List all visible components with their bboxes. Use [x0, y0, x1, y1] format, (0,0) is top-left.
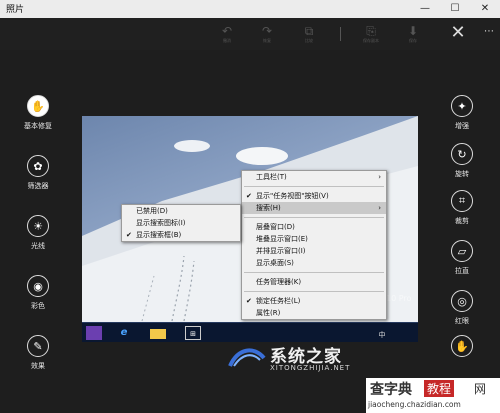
compare-icon: ⧉	[304, 24, 314, 38]
folder-icon[interactable]	[150, 329, 166, 339]
tool-crop[interactable]: ⌗ 裁剪	[432, 190, 492, 226]
save-button[interactable]: ⬇ 保存	[402, 24, 424, 46]
tool-label: 光线	[31, 242, 45, 250]
taskbar: e ⊞ 中 ◀)) ▭	[82, 322, 418, 342]
close-window-button[interactable]: ✕	[470, 0, 500, 18]
chazidian-url: jiaocheng.chazidian.com	[368, 400, 461, 409]
compare-label: 比较	[305, 38, 313, 43]
brush-icon: ✎	[27, 335, 49, 357]
toolbar-divider	[340, 27, 341, 41]
tool-label: 筛选器	[27, 182, 49, 190]
magic-wand-icon: ✦	[451, 95, 473, 117]
menu-item-stack[interactable]: 堆叠显示窗口(E)	[242, 233, 386, 245]
tool-label: 旋转	[455, 170, 469, 178]
tool-straighten[interactable]: ▱ 拉直	[432, 240, 492, 276]
palette-icon: ◉	[27, 275, 49, 297]
edit-toolbar: ↶ 撤消 ↷ 恢复 ⧉ 比较 ⎘ 保存副本 ⬇ 保存 ✕ ⋯	[0, 18, 500, 50]
system-tray: 中 ◀)) ▭	[378, 331, 386, 339]
ie-icon[interactable]: e	[116, 326, 132, 340]
menu-item-lock-taskbar[interactable]: ✔ 锁定任务栏(L)	[242, 295, 386, 307]
menu-divider	[244, 217, 384, 218]
save-copy-button[interactable]: ⎘ 保存副本	[360, 24, 382, 46]
check-icon: ✔	[246, 192, 252, 200]
filter-icon: ✿	[27, 155, 49, 177]
save-icon: ⬇	[407, 24, 419, 38]
straighten-icon: ▱	[451, 240, 473, 262]
tool-label: 裁剪	[455, 217, 469, 225]
menu-item-side-by-side[interactable]: 并排显示窗口(I)	[242, 245, 386, 257]
menu-divider	[244, 186, 384, 187]
taskbar-context-menu: 工具栏(T) › ✔ 显示"任务视图"按钮(V) 搜索(H) › 层叠窗口(D) 堆叠…	[241, 170, 387, 320]
check-icon: ✔	[126, 231, 132, 239]
tool-rotate[interactable]: ↻ 旋转	[432, 143, 492, 179]
store-icon[interactable]: ⊞	[185, 326, 201, 340]
minimize-button[interactable]: —	[410, 0, 440, 18]
tool-enhance[interactable]: ✦ 增强	[432, 95, 492, 131]
tool-label: 效果	[31, 362, 45, 370]
menu-item-show-desktop[interactable]: 显示桌面(S)	[242, 257, 386, 269]
menu-item-cascade[interactable]: 层叠窗口(D)	[242, 221, 386, 233]
close-icon: ✕	[450, 22, 466, 43]
menu-item-properties[interactable]: 属性(R)	[242, 307, 386, 319]
crop-icon: ⌗	[451, 190, 473, 212]
sun-icon: ☀	[27, 215, 49, 237]
redo-button[interactable]: ↷ 恢复	[256, 24, 278, 46]
check-icon: ✔	[246, 297, 252, 305]
tool-red-eye[interactable]: ◎ 红眼	[432, 290, 492, 326]
tool-effects[interactable]: ✎ 效果	[8, 335, 68, 371]
menu-item-show-search-box[interactable]: ✔ 显示搜索框(B)	[122, 229, 240, 241]
chevron-right-icon: ›	[378, 204, 381, 212]
redo-label: 恢复	[263, 38, 271, 43]
menu-divider	[244, 272, 384, 273]
title-bar: 照片 — ☐ ✕	[0, 0, 500, 18]
menu-item-show-search-icon[interactable]: 显示搜索图标(I)	[122, 217, 240, 229]
menu-item-task-manager[interactable]: 任务管理器(K)	[242, 276, 386, 288]
save-label: 保存	[409, 38, 417, 43]
tool-label: 基本修复	[24, 122, 52, 130]
tool-label: 红眼	[455, 317, 469, 325]
tool-filters[interactable]: ✿ 筛选器	[8, 155, 68, 191]
undo-icon: ↶	[221, 24, 233, 38]
window-title: 照片	[6, 5, 25, 15]
menu-item-task-view[interactable]: ✔ 显示"任务视图"按钮(V)	[242, 190, 386, 202]
menu-item-toolbars[interactable]: 工具栏(T) ›	[242, 171, 386, 183]
more-options-button[interactable]: ⋯	[482, 26, 496, 40]
chazidian-sub: 网	[474, 382, 487, 396]
tool-spot-fix[interactable]: ✋	[432, 335, 492, 357]
tool-label: 彩色	[31, 302, 45, 310]
search-submenu: 已禁用(D) 显示搜索图标(I) ✔ 显示搜索框(B)	[121, 204, 241, 242]
chazidian-watermark: 查字典 教程 网 jiaocheng.chazidian.com	[366, 378, 500, 413]
eye-icon: ◎	[451, 290, 473, 312]
compare-button[interactable]: ⧉ 比较	[298, 24, 320, 46]
more-icon: ⋯	[484, 26, 494, 37]
edition-watermark: 10 Pro	[386, 294, 412, 303]
rotate-icon: ↻	[451, 143, 473, 165]
hand-icon: ✋	[451, 335, 473, 357]
save-copy-icon: ⎘	[366, 24, 376, 38]
hand-icon: ✋	[27, 95, 49, 117]
chevron-right-icon: ›	[378, 173, 381, 181]
tool-basic-fix[interactable]: ✋ 基本修复	[8, 95, 68, 131]
maximize-button[interactable]: ☐	[440, 0, 470, 18]
menu-item-disabled[interactable]: 已禁用(D)	[122, 205, 240, 217]
tool-color[interactable]: ◉ 彩色	[8, 275, 68, 311]
tool-label: 增强	[455, 122, 469, 130]
redo-icon: ↷	[261, 24, 273, 38]
chazidian-badge: 教程	[424, 380, 455, 397]
site-url-watermark: XITONGZHIJIA.NET	[270, 364, 351, 372]
save-copy-label: 保存副本	[363, 38, 379, 43]
menu-item-search[interactable]: 搜索(H) ›	[242, 202, 386, 214]
tool-light[interactable]: ☀ 光线	[8, 215, 68, 251]
chazidian-title: 查字典	[370, 382, 412, 398]
tool-label: 拉直	[455, 267, 469, 275]
windows-start-icon[interactable]	[86, 326, 102, 340]
close-editor-button[interactable]: ✕	[447, 24, 469, 46]
undo-button[interactable]: ↶ 撤消	[216, 24, 238, 46]
menu-divider	[244, 291, 384, 292]
undo-label: 撤消	[223, 38, 231, 43]
